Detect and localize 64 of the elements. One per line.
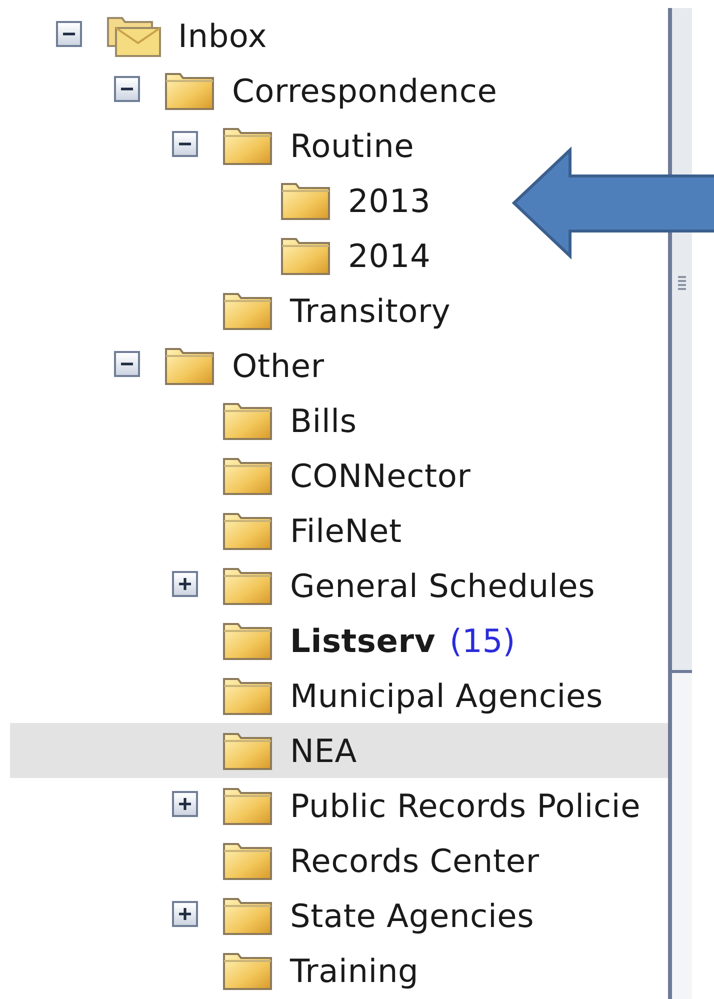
collapse-icon[interactable] — [114, 350, 140, 376]
expand-icon[interactable] — [172, 900, 198, 926]
folder-name: State Agencies — [290, 896, 534, 934]
folder-name: FileNet — [290, 512, 402, 550]
folder-item[interactable]: CONNector — [10, 448, 471, 503]
folder-item[interactable]: 2013 — [10, 173, 431, 228]
folder-name: Bills — [290, 402, 357, 440]
folder-name: Routine — [290, 126, 414, 164]
folder-name: Records Center — [290, 842, 540, 880]
folder-icon — [280, 236, 332, 276]
folder-icon — [222, 126, 274, 166]
folder-icon — [222, 510, 274, 550]
folder-icon — [222, 400, 274, 440]
folder-icon — [222, 456, 274, 496]
folder-item[interactable]: Bills — [10, 393, 357, 448]
folder-item[interactable]: Transitory — [10, 283, 451, 338]
folder-name: Listserv — [290, 622, 436, 660]
collapse-icon[interactable] — [114, 76, 140, 102]
folder-item[interactable]: State Agencies — [10, 888, 534, 943]
expand-icon[interactable] — [172, 570, 198, 596]
folder-item[interactable]: Correspondence — [10, 63, 498, 118]
folder-item[interactable]: Other — [10, 338, 324, 393]
folder-item[interactable]: NEA — [10, 723, 668, 778]
folder-name: 2014 — [348, 236, 431, 274]
collapse-icon[interactable] — [56, 20, 82, 46]
folder-item[interactable]: Training — [10, 943, 419, 998]
folder-item[interactable]: FileNet — [10, 503, 402, 558]
folder-item[interactable]: Inbox — [10, 8, 268, 63]
folder-icon — [222, 950, 274, 990]
folder-name: Transitory — [290, 292, 451, 330]
folder-name: Training — [290, 952, 419, 990]
unread-count: (15) — [450, 622, 516, 660]
grip-icon — [678, 276, 686, 290]
folder-icon — [222, 290, 274, 330]
scrollbar-thumb[interactable] — [672, 8, 692, 673]
collapse-icon[interactable] — [172, 130, 198, 156]
folder-icon — [222, 620, 274, 660]
folder-icon — [280, 180, 332, 220]
folder-icon — [222, 676, 274, 716]
folder-name: Other — [232, 346, 324, 384]
scrollbar[interactable] — [668, 8, 692, 999]
folder-name: NEA — [290, 732, 357, 770]
folder-name: General Schedules — [290, 566, 596, 604]
expand-icon[interactable] — [172, 790, 198, 816]
folder-name: Inbox — [178, 16, 268, 54]
folder-name: 2013 — [348, 182, 431, 220]
folder-icon — [222, 840, 274, 880]
folder-name: CONNector — [290, 456, 471, 494]
folder-item[interactable]: Records Center — [10, 833, 540, 888]
folder-name: Municipal Agencies — [290, 676, 603, 714]
folder-item[interactable]: Listserv (15) — [10, 613, 516, 668]
folder-item[interactable]: General Schedules — [10, 558, 596, 613]
folder-icon — [164, 70, 216, 110]
folder-item[interactable]: Municipal Agencies — [10, 668, 603, 723]
folder-name: Public Records Policie — [290, 786, 641, 824]
folder-icon — [164, 346, 216, 386]
folder-icon — [222, 786, 274, 826]
folder-icon — [222, 896, 274, 936]
folder-name: Correspondence — [232, 72, 498, 110]
folder-item[interactable]: Routine — [10, 118, 414, 173]
folder-icon — [222, 730, 274, 770]
folder-item[interactable]: 2014 — [10, 228, 431, 283]
folder-item[interactable]: Public Records Policie — [10, 778, 641, 833]
folder-icon — [222, 566, 274, 606]
